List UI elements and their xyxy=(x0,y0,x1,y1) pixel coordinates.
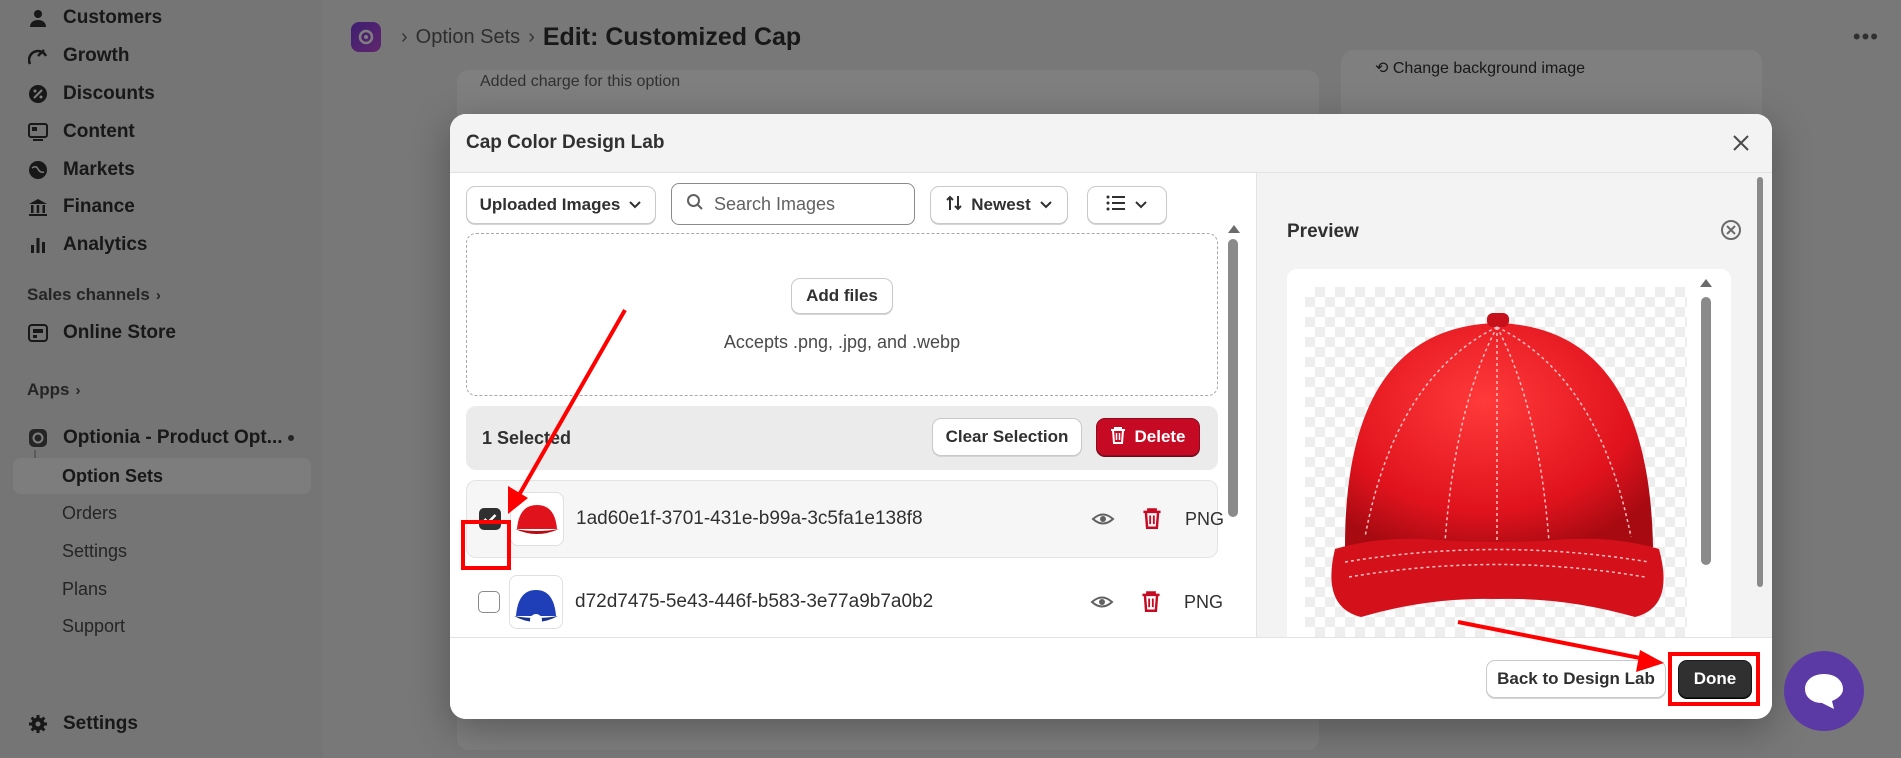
sort-arrows-icon xyxy=(945,194,963,217)
search-icon xyxy=(686,193,704,216)
eye-icon[interactable] xyxy=(1090,590,1114,614)
modal-footer: Back to Design Lab Done xyxy=(450,637,1772,719)
library-scrollbar[interactable] xyxy=(1226,225,1240,635)
file-thumbnail xyxy=(509,575,563,629)
scrollbar-thumb[interactable] xyxy=(1228,239,1238,517)
close-circle-icon[interactable] xyxy=(1720,219,1742,241)
preview-pane: Preview xyxy=(1256,173,1772,637)
bulk-actions-bar: 1 Selected Clear Selection Delete xyxy=(466,406,1218,470)
search-input-wrapper[interactable] xyxy=(671,183,915,225)
accepted-formats-text: Accepts .png, .jpg, and .webp xyxy=(723,332,961,352)
file-dropzone[interactable]: Add files Accepts .png, .jpg, and .webp xyxy=(466,233,1218,396)
trash-icon xyxy=(1110,426,1126,449)
annotation-highlight-done xyxy=(1668,652,1760,706)
design-lab-modal: Cap Color Design Lab Uploaded Images New… xyxy=(450,114,1772,719)
cap-preview-image xyxy=(1331,313,1664,617)
file-name: 1ad60e1f-3701-431e-b99a-3c5fa1e138f8 xyxy=(576,508,923,529)
chat-icon xyxy=(1805,674,1843,709)
search-input[interactable] xyxy=(714,193,894,215)
file-checkbox[interactable] xyxy=(478,591,500,613)
chevron-down-icon xyxy=(1039,195,1053,215)
add-files-button[interactable]: Add files xyxy=(791,278,893,314)
preview-title: Preview xyxy=(1287,221,1359,242)
file-thumbnail xyxy=(510,492,564,546)
modal-scrollbar-thumb[interactable] xyxy=(1757,177,1763,587)
trash-icon[interactable] xyxy=(1142,507,1164,531)
preview-card xyxy=(1287,269,1731,637)
eye-icon[interactable] xyxy=(1091,507,1115,531)
selected-count: 1 Selected xyxy=(482,427,572,448)
chat-widget-button[interactable] xyxy=(1784,651,1864,731)
view-mode-button[interactable] xyxy=(1087,186,1167,224)
file-row[interactable]: d72d7475-5e43-446f-b583-3e77a9b7a0b2 PNG xyxy=(466,563,1223,641)
chevron-down-icon xyxy=(1134,195,1148,215)
chevron-down-icon xyxy=(628,195,642,215)
sort-newest-button[interactable]: Newest xyxy=(930,186,1068,224)
trash-icon[interactable] xyxy=(1141,590,1163,614)
list-icon xyxy=(1106,195,1126,216)
file-row[interactable]: 1ad60e1f-3701-431e-b99a-3c5fa1e138f8 PNG xyxy=(466,480,1224,558)
delete-button[interactable]: Delete xyxy=(1096,418,1200,456)
file-type: PNG xyxy=(1184,591,1224,612)
file-type: PNG xyxy=(1185,508,1225,529)
back-to-design-lab-button[interactable]: Back to Design Lab xyxy=(1486,660,1666,698)
preview-canvas xyxy=(1305,287,1687,637)
image-library-pane: Uploaded Images Newest Add files Accepts… xyxy=(450,173,1256,637)
scroll-up-icon[interactable] xyxy=(1228,225,1240,233)
annotation-highlight-checkbox xyxy=(461,520,511,570)
scroll-up-icon[interactable] xyxy=(1700,279,1712,287)
uploaded-images-filter[interactable]: Uploaded Images xyxy=(466,186,656,224)
clear-selection-button[interactable]: Clear Selection xyxy=(932,418,1082,456)
close-icon[interactable] xyxy=(1730,132,1752,154)
file-name: d72d7475-5e43-446f-b583-3e77a9b7a0b2 xyxy=(575,591,934,612)
modal-title: Cap Color Design Lab xyxy=(466,132,665,153)
modal-header: Cap Color Design Lab xyxy=(450,114,1772,173)
preview-scrollbar-thumb[interactable] xyxy=(1701,297,1711,565)
